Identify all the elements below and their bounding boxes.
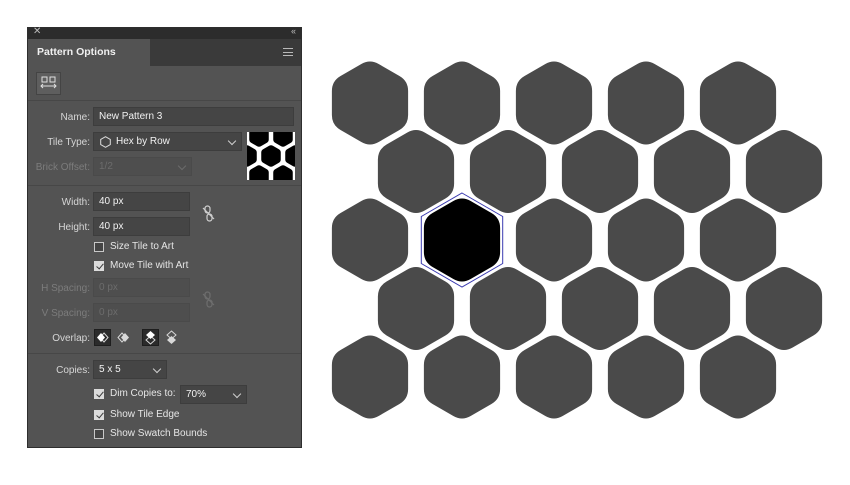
hexagon-icon [100, 136, 111, 148]
brick-offset-label: Brick Offset: [35, 162, 90, 173]
tab-pattern-options[interactable]: Pattern Options [28, 39, 150, 66]
preview-hexagon [246, 162, 272, 190]
show-swatch-bounds-label: Show Swatch Bounds [110, 428, 208, 439]
pattern-copy-hexagon [515, 198, 593, 282]
overlap-right-in-front-icon [117, 332, 129, 343]
preview-hexagon [246, 122, 272, 150]
chevron-down-icon [177, 161, 187, 171]
overlap-bottom-in-front-button[interactable] [163, 329, 180, 346]
width-value: 40 px [99, 196, 124, 207]
pattern-copy-hexagon [607, 335, 685, 419]
pattern-copy-hexagon [469, 130, 547, 213]
close-icon[interactable]: ✕ [33, 26, 41, 37]
brick-offset-value: 1/2 [99, 161, 113, 172]
chevron-down-icon [227, 136, 237, 146]
pattern-copy-hexagon [745, 267, 823, 350]
pattern-copy-hexagon [699, 198, 777, 282]
h-spacing-value: 0 px [99, 282, 118, 293]
pattern-copy-hexagon [515, 335, 593, 419]
pattern-tile-hexagon[interactable] [423, 198, 501, 282]
v-spacing-value: 0 px [99, 307, 118, 318]
divider [28, 353, 301, 354]
name-label: Name: [60, 112, 90, 123]
pattern-copy-hexagon [377, 267, 455, 350]
width-input[interactable]: 40 px [93, 192, 190, 211]
copies-value: 5 x 5 [99, 364, 121, 375]
pattern-copy-hexagon [331, 198, 409, 282]
panel-menu-icon[interactable] [283, 48, 293, 56]
height-label: Height: [58, 222, 90, 233]
chevron-down-icon [232, 389, 242, 399]
move-tile-with-art-label: Move Tile with Art [110, 260, 189, 271]
pattern-copy-hexagon [423, 61, 501, 145]
pattern-copy-hexagon [699, 335, 777, 419]
divider [28, 185, 301, 186]
height-value: 40 px [99, 221, 124, 232]
pattern-copy-hexagon [561, 130, 639, 213]
pattern-copy-hexagon [607, 61, 685, 145]
pattern-copy-hexagon [515, 61, 593, 145]
panel-title: Pattern Options [37, 46, 116, 58]
preview-hexagon [270, 122, 296, 150]
tile-type-label: Tile Type: [47, 137, 90, 148]
show-swatch-bounds-checkbox[interactable] [94, 429, 104, 439]
pattern-copy-hexagon [653, 267, 731, 350]
dim-copies-dropdown[interactable]: 70% [180, 385, 247, 404]
pattern-copy-hexagon [331, 335, 409, 419]
pattern-options-panel: ✕ ‹‹ Pattern Options Name: New Pattern 3… [28, 26, 308, 447]
dim-copies-checkbox[interactable] [94, 389, 104, 399]
collapse-icon[interactable]: ‹‹ [291, 26, 296, 36]
pattern-copy-hexagon [607, 198, 685, 282]
v-spacing-label: V Spacing: [41, 308, 90, 319]
brick-offset-dropdown[interactable]: 1/2 [93, 157, 192, 176]
tile-type-dropdown[interactable]: Hex by Row [93, 132, 242, 151]
link-proportions-icon[interactable] [202, 205, 215, 222]
name-input[interactable]: New Pattern 3 [93, 107, 294, 126]
v-spacing-input[interactable]: 0 px [93, 303, 190, 322]
move-tile-with-art-checkbox[interactable] [94, 261, 104, 271]
name-value: New Pattern 3 [99, 111, 163, 122]
pattern-copy-hexagon [469, 267, 547, 350]
overlap-top-in-front-icon [145, 331, 156, 345]
preview-hexagon [270, 162, 296, 190]
copies-dropdown[interactable]: 5 x 5 [93, 360, 167, 379]
pattern-copy-hexagon [423, 335, 501, 419]
pattern-copy-hexagon [561, 267, 639, 350]
overlap-top-in-front-button[interactable] [142, 329, 159, 346]
overlap-left-in-front-button[interactable] [94, 329, 111, 346]
pattern-copy-hexagon [653, 130, 731, 213]
height-input[interactable]: 40 px [93, 217, 190, 236]
size-tile-to-art-checkbox[interactable] [94, 242, 104, 252]
tile-editing-tool-button[interactable] [36, 72, 61, 95]
pattern-preview-thumbnail [234, 122, 308, 190]
h-spacing-input[interactable]: 0 px [93, 278, 190, 297]
chevron-down-icon [152, 364, 162, 374]
size-tile-to-art-label: Size Tile to Art [110, 241, 174, 252]
tile-type-value: Hex by Row [116, 136, 170, 147]
pattern-copy-hexagon [377, 130, 455, 213]
panel-tab-row: Pattern Options [28, 39, 301, 66]
overlap-right-in-front-button[interactable] [115, 329, 132, 346]
overlap-bottom-in-front-icon [166, 330, 177, 344]
pattern-copy-hexagon [331, 61, 409, 145]
pattern-copy-hexagon [699, 61, 777, 145]
dim-copies-value: 70% [186, 389, 207, 400]
pattern-canvas[interactable] [320, 55, 840, 430]
show-tile-edge-label: Show Tile Edge [110, 409, 180, 420]
h-spacing-label: H Spacing: [41, 283, 90, 294]
link-proportions-icon[interactable] [202, 291, 215, 308]
pattern-copy-hexagon [745, 130, 823, 213]
overlap-left-in-front-icon [97, 332, 109, 343]
overlap-label: Overlap: [52, 333, 90, 344]
divider [28, 100, 301, 101]
panel-titlebar: ✕ ‹‹ [28, 26, 301, 39]
show-tile-edge-checkbox[interactable] [94, 410, 104, 420]
width-label: Width: [61, 197, 90, 208]
tile-editing-tool-icon [40, 76, 57, 89]
copies-label: Copies: [56, 365, 90, 376]
dim-copies-label: Dim Copies to: [110, 388, 176, 399]
